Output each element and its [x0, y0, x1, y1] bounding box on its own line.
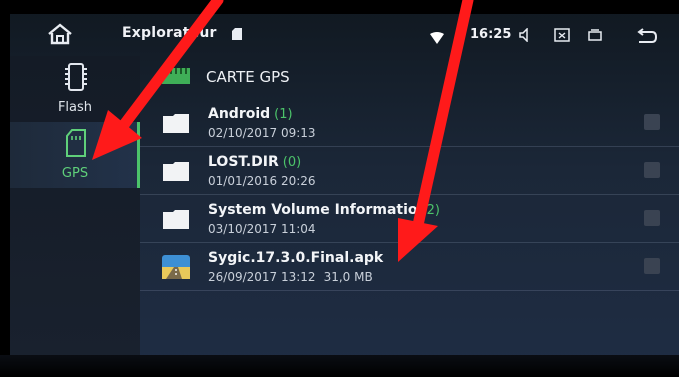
app-title: Explorateur: [122, 25, 217, 41]
flash-memory-icon: [65, 63, 87, 91]
sidebar-item-flash[interactable]: Flash: [10, 56, 140, 122]
folder-icon: [163, 114, 189, 133]
home-icon[interactable]: [46, 22, 74, 46]
sd-card-icon: [232, 28, 242, 40]
list-item[interactable]: Sygic.17.3.0.Final.apk 26/09/2017 13:12 3…: [140, 244, 679, 291]
sd-card-gps-icon: [66, 129, 86, 157]
path-label: CARTE GPS: [206, 68, 290, 86]
list-item[interactable]: System Volume Informatio (2) 03/10/2017 1…: [140, 196, 679, 243]
clock: 16:25: [470, 27, 512, 42]
list-item[interactable]: LOST.DIR (0) 01/01/2016 20:26: [140, 148, 679, 195]
file-size: 31,0 MB: [323, 270, 373, 284]
bezel-bottom: [0, 355, 679, 377]
storage-sidebar: Flash GPS: [10, 56, 140, 356]
file-name-text: Android: [208, 106, 271, 122]
item-count: (1): [274, 107, 293, 122]
back-icon[interactable]: [636, 28, 658, 44]
file-name-text: LOST.DIR: [208, 154, 279, 170]
sidebar-item-label: GPS: [61, 166, 89, 181]
recent-apps-icon[interactable]: [588, 29, 602, 41]
volume-icon[interactable]: [518, 28, 534, 42]
status-bar: Explorateur 16:25: [10, 14, 679, 56]
list-item[interactable]: Android (1) 02/10/2017 09:13: [140, 100, 679, 147]
file-date: 26/09/2017 13:12: [208, 270, 316, 284]
item-count: (0): [282, 155, 302, 170]
file-name: LOST.DIR (0): [208, 154, 301, 170]
bezel-top: [0, 0, 679, 14]
sygic-app-icon: [162, 255, 190, 279]
file-date: 03/10/2017 11:04: [208, 222, 316, 236]
file-list: CARTE GPS Android (1) 02/10/2017 09:13 LO…: [140, 56, 679, 356]
screenshot-icon[interactable]: [554, 27, 570, 42]
file-name-text: System Volume Informatio: [208, 202, 418, 218]
select-checkbox[interactable]: [644, 210, 660, 226]
file-date: 01/01/2016 20:26: [208, 174, 316, 188]
select-checkbox[interactable]: [644, 114, 660, 130]
select-checkbox[interactable]: [644, 162, 660, 178]
select-checkbox[interactable]: [644, 258, 660, 274]
folder-icon: [163, 210, 189, 229]
bezel-left: [0, 0, 10, 377]
file-name: System Volume Informatio (2): [208, 202, 440, 218]
current-path: CARTE GPS: [140, 56, 679, 96]
screen: Explorateur 16:25 Flash GPS CARTE GPS An…: [0, 0, 679, 377]
folder-icon: [163, 162, 189, 181]
sidebar-item-label: Flash: [57, 100, 93, 115]
file-meta: 26/09/2017 13:12 31,0 MB: [208, 270, 373, 284]
sd-card-icon: [162, 68, 190, 84]
sidebar-item-gps[interactable]: GPS: [10, 122, 140, 188]
file-date: 02/10/2017 09:13: [208, 126, 316, 140]
item-count: (2): [421, 203, 440, 218]
file-name: Android (1): [208, 106, 293, 122]
file-name: Sygic.17.3.0.Final.apk: [208, 250, 384, 266]
wifi-icon: [430, 32, 444, 44]
